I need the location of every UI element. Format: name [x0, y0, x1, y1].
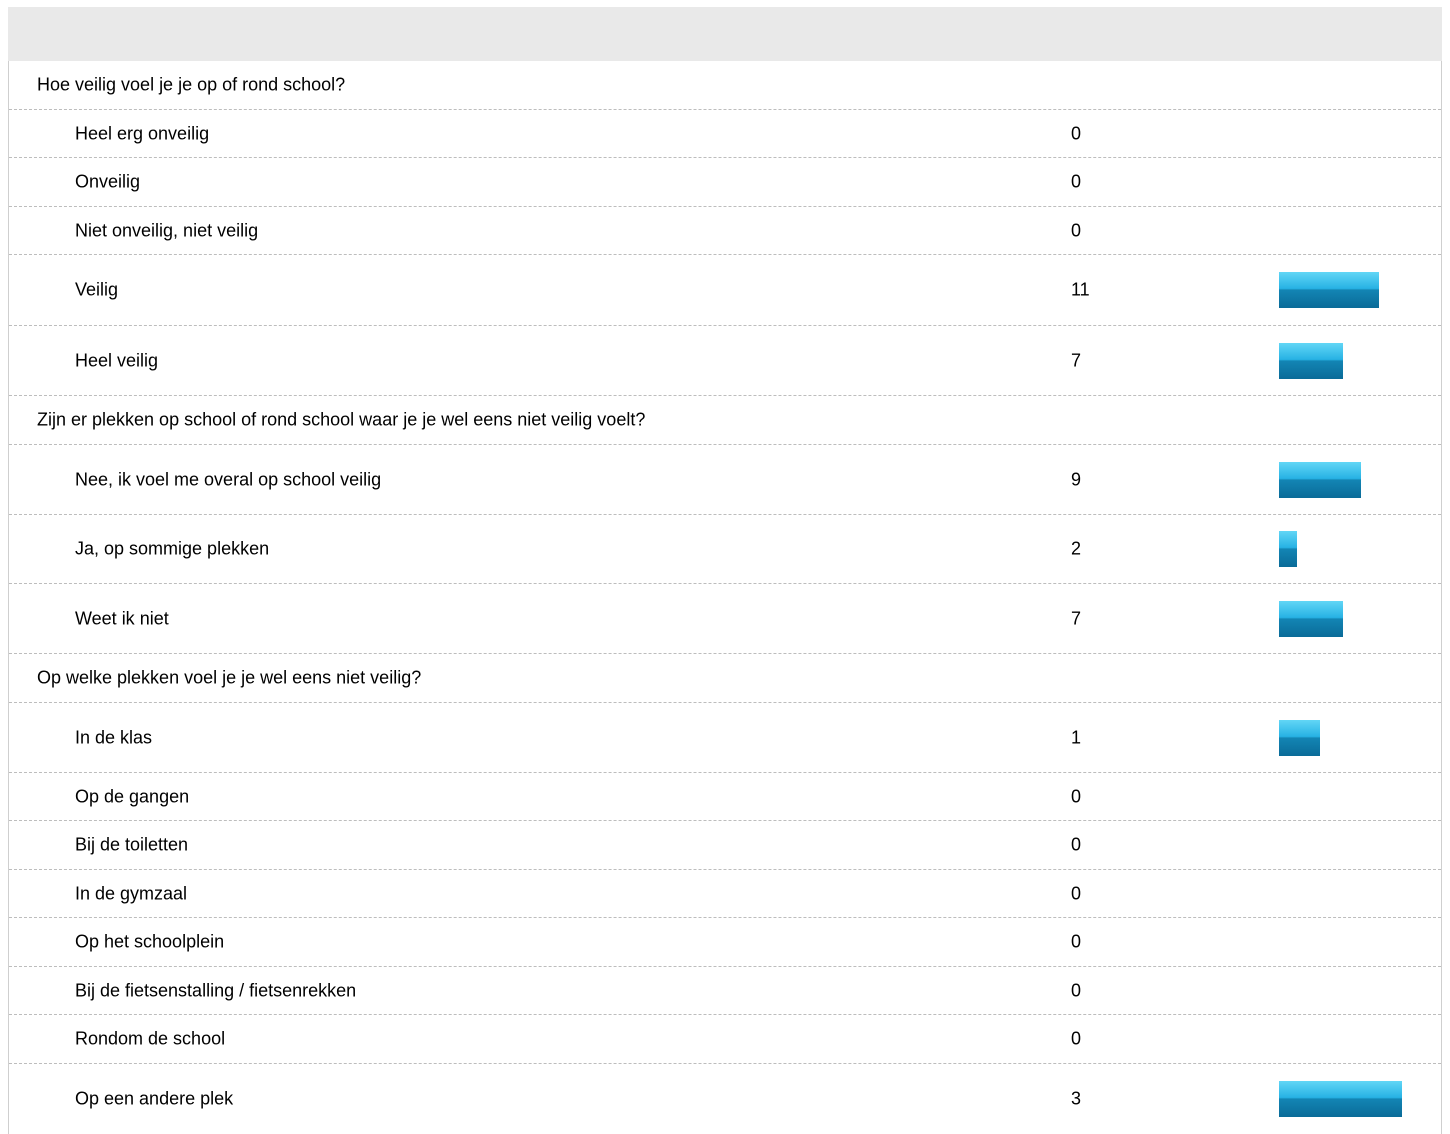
answer-row: Op het schoolplein 0 — [9, 918, 1441, 967]
answer-count: 3 — [1071, 1088, 1082, 1109]
answer-row: In de gymzaal 0 — [9, 870, 1441, 918]
answer-row: Nee, ik voel me overal op school veilig … — [9, 445, 1441, 515]
answer-label: In de gymzaal — [75, 883, 188, 903]
answer-label: Nee, ik voel me overal op school veilig — [75, 469, 382, 489]
answer-label: Bij de toiletten — [75, 834, 189, 855]
answer-row: Ja, op sommige plekken 2 — [9, 515, 1441, 584]
answer-count: 0 — [1071, 220, 1082, 240]
answer-label: Rondom de school — [75, 1028, 226, 1049]
question-title: Op welke plekken voel je je wel eens nie… — [37, 667, 422, 688]
answer-bar — [1279, 600, 1343, 637]
answer-label: Op het schoolplein — [75, 931, 225, 952]
answer-count: 0 — [1071, 171, 1082, 192]
answer-count: 0 — [1071, 123, 1082, 143]
answer-bar — [1279, 272, 1379, 308]
answer-label: Heel veilig — [75, 350, 159, 370]
header-band — [8, 7, 1442, 61]
answer-row: In de klas 1 — [9, 703, 1441, 773]
answer-row: Veilig 11 — [9, 255, 1441, 326]
answer-label: Onveilig — [75, 171, 141, 192]
question-row: Op welke plekken voel je je wel eens nie… — [9, 654, 1441, 703]
answer-count: 0 — [1071, 980, 1082, 1000]
answer-count: 0 — [1071, 1028, 1082, 1049]
answer-label: Veilig — [75, 279, 119, 300]
answer-bar — [1279, 531, 1297, 567]
answer-row: Bij de fietsenstalling / fietsenrekken 0 — [9, 967, 1441, 1015]
results-table: Hoe veilig voel je je op of rond school?… — [8, 61, 1442, 1134]
answer-label: Op een andere plek — [75, 1088, 234, 1109]
answer-row: Bij de toiletten 0 — [9, 821, 1441, 870]
answer-count: 0 — [1071, 883, 1082, 903]
question-row: Zijn er plekken op school of rond school… — [9, 396, 1441, 445]
answer-count: 0 — [1071, 931, 1082, 952]
answer-label: Heel erg onveilig — [75, 123, 210, 143]
answer-bar — [1279, 461, 1361, 498]
answer-count: 7 — [1071, 608, 1082, 628]
answer-count: 2 — [1071, 538, 1082, 559]
answer-count: 0 — [1071, 834, 1082, 855]
answer-row: Rondom de school 0 — [9, 1015, 1441, 1064]
question-title: Zijn er plekken op school of rond school… — [37, 409, 646, 430]
answer-count: 1 — [1071, 727, 1082, 747]
answer-label: Niet onveilig, niet veilig — [75, 220, 259, 240]
answer-bar — [1279, 1081, 1402, 1117]
answer-row: Niet onveilig, niet veilig 0 — [9, 207, 1441, 255]
answer-row: Heel erg onveilig 0 — [9, 110, 1441, 158]
answer-count: 11 — [1071, 279, 1090, 300]
answer-bar — [1279, 719, 1320, 756]
answer-label: Bij de fietsenstalling / fietsenrekken — [75, 980, 357, 1000]
answer-row: Op de gangen 0 — [9, 773, 1441, 821]
answer-row: Onveilig 0 — [9, 158, 1441, 207]
answer-count: 9 — [1071, 469, 1082, 489]
answer-count: 0 — [1071, 786, 1082, 806]
answer-label: Op de gangen — [75, 786, 190, 806]
survey-results-page: Hoe veilig voel je je op of rond school?… — [8, 7, 1442, 1134]
answer-label: Weet ik niet — [75, 608, 169, 628]
question-title: Hoe veilig voel je je op of rond school? — [37, 74, 346, 95]
answer-label: In de klas — [75, 727, 153, 747]
answer-row: Heel veilig 7 — [9, 326, 1441, 396]
question-row: Hoe veilig voel je je op of rond school? — [9, 61, 1441, 110]
answer-label: Ja, op sommige plekken — [75, 538, 270, 559]
answer-bar — [1279, 342, 1343, 379]
answer-count: 7 — [1071, 350, 1082, 370]
answer-row: Weet ik niet 7 — [9, 584, 1441, 654]
